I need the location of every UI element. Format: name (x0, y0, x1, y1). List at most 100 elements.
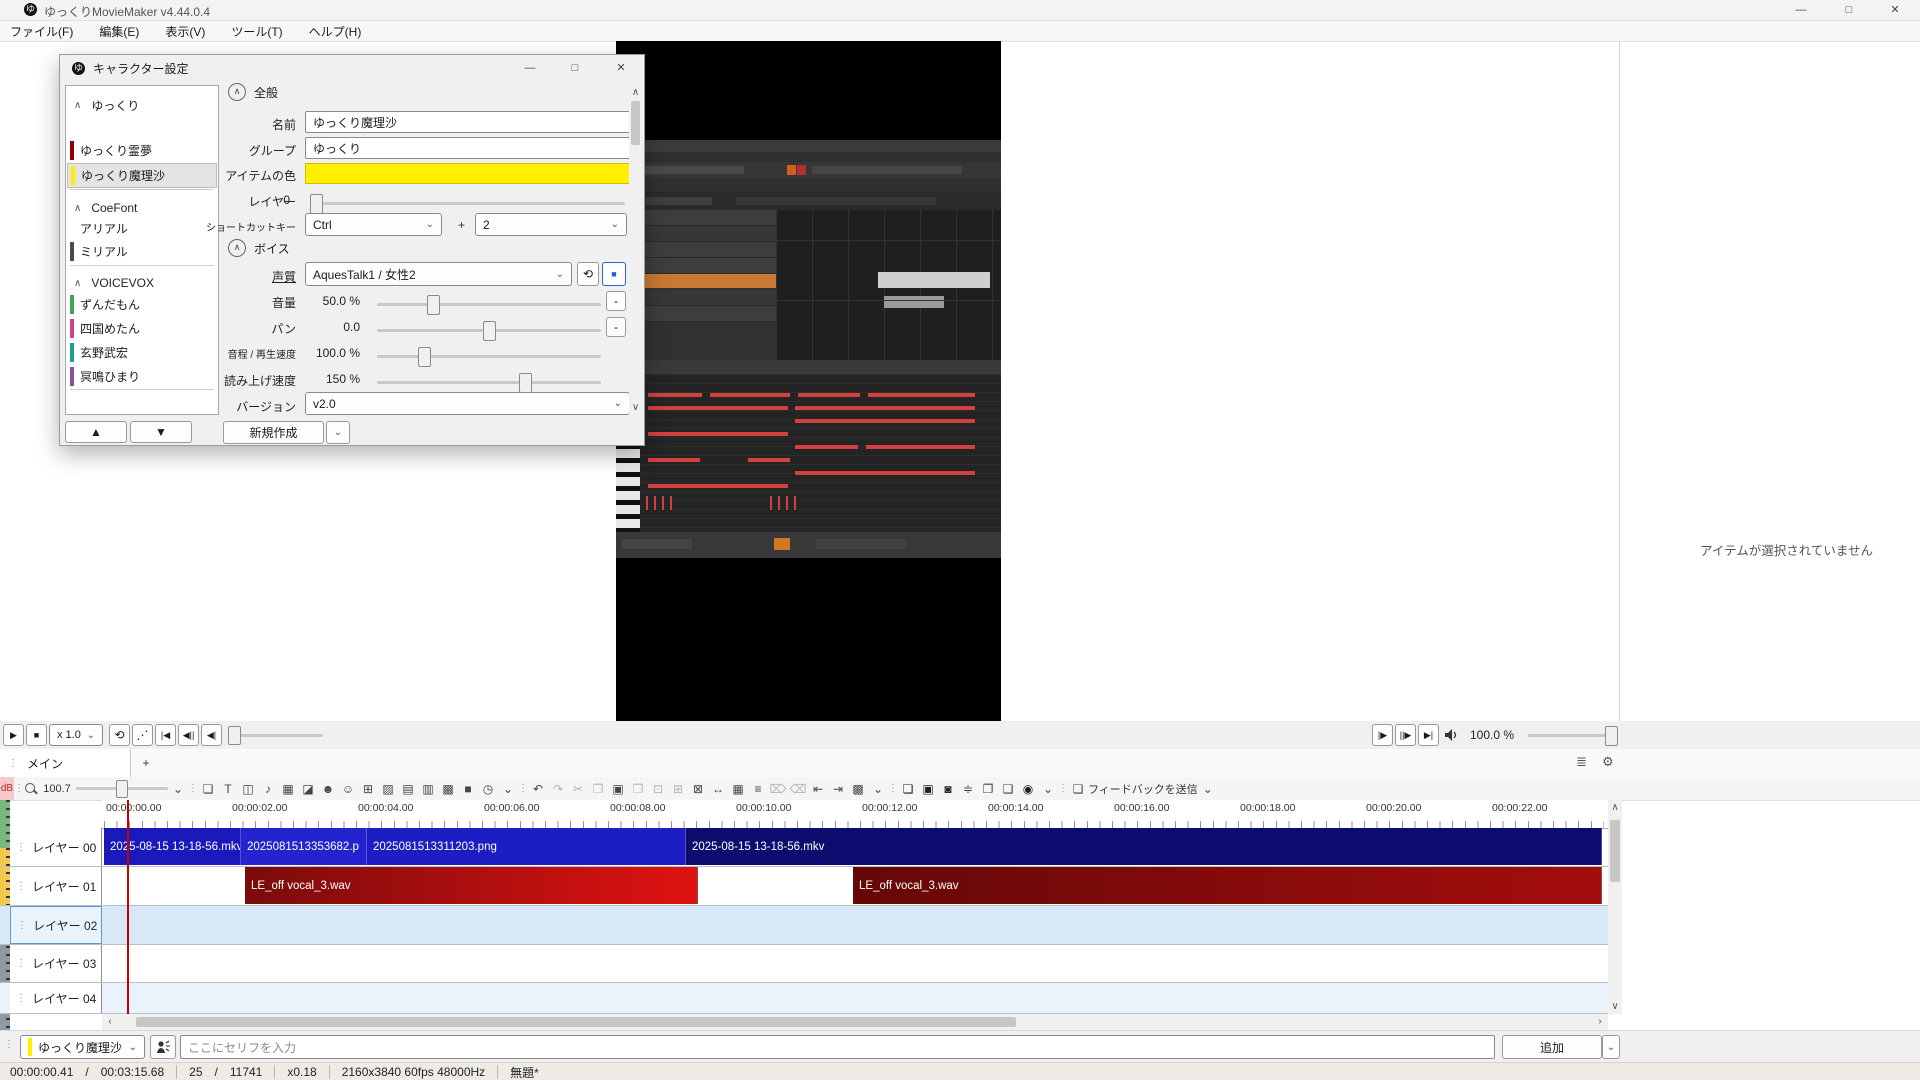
slider-thumb[interactable] (483, 321, 496, 341)
add-serif-button[interactable]: 追加 (1502, 1035, 1602, 1059)
next-frame-button[interactable]: |▶ (1372, 724, 1393, 746)
timeline-clip[interactable]: LE_off vocal_3.wav (853, 867, 1602, 904)
zoom-chevron-icon[interactable]: ⌄ (168, 782, 188, 796)
toolbar-grip-icon[interactable]: ⋮ (14, 783, 24, 794)
solid-item-icon[interactable]: ■ (458, 782, 478, 796)
dialog-minimize-icon[interactable]: — (515, 59, 545, 77)
export-icon[interactable]: ◉ (1018, 782, 1038, 796)
stop-voice-button[interactable]: ■ (602, 262, 626, 286)
row-drag-handle-icon[interactable]: ⋮ (4, 1039, 14, 1050)
dialog-scrollbar[interactable]: ∧ ∨ (629, 85, 642, 415)
scroll-left-icon[interactable]: ‹ (104, 1016, 116, 1027)
pan-stepper[interactable]: - (606, 317, 626, 337)
copy-page-alt-icon[interactable]: ❑ (998, 782, 1018, 796)
tab-settings-gear-icon[interactable]: ⚙ (1602, 754, 1614, 770)
next-item-button[interactable]: ||▶ (1395, 724, 1416, 746)
grid-icon[interactable]: ▦ (728, 782, 748, 796)
timeline-vertical-scrollbar[interactable]: ∧ ∨ (1608, 800, 1622, 1014)
serif-character-select[interactable]: ゆっくり魔理沙 ⌄ (20, 1035, 145, 1059)
feedback-link[interactable]: フィードバックを送信 (1088, 781, 1198, 797)
playback-speed-select[interactable]: x 1.0 ⌄ (49, 724, 103, 746)
effect-item-icon[interactable]: ▨ (378, 782, 398, 796)
scroll-down-icon[interactable]: ∨ (1608, 1001, 1622, 1012)
layer-row-03[interactable]: ⋮ レイヤー 03 (0, 945, 1608, 983)
frame-item-icon[interactable]: ⊞ (358, 782, 378, 796)
image-item-icon[interactable]: ▦ (278, 782, 298, 796)
scroll-thumb[interactable] (631, 101, 640, 145)
export-chevron-icon[interactable]: ⌄ (1038, 782, 1058, 796)
save-icon[interactable]: ◙ (938, 782, 958, 796)
add-serif-dropdown[interactable]: ⌄ (1602, 1035, 1620, 1059)
feedback-chevron-icon[interactable]: ⌄ (1198, 782, 1218, 796)
prev-frame-button[interactable]: ◀|| (178, 724, 199, 746)
paste-special-icon[interactable]: ❒ (628, 782, 648, 796)
scroll-down-icon[interactable]: ∨ (629, 402, 642, 413)
shape-item-icon[interactable]: ◪ (298, 782, 318, 796)
split-move-icon[interactable]: ↔ (708, 782, 728, 796)
speak-button[interactable] (150, 1035, 176, 1059)
group-field[interactable]: ゆっくり (305, 137, 630, 159)
feedback-icon[interactable]: ❏ (1068, 782, 1088, 796)
menu-edit[interactable]: 編集(E) (99, 23, 139, 40)
volume-slider[interactable] (377, 295, 601, 315)
subtitle-item-icon[interactable]: ❏ (198, 782, 218, 796)
dialog-maximize-icon[interactable]: □ (560, 59, 590, 77)
face-item-icon[interactable]: ☺ (338, 782, 358, 796)
prev-item-button[interactable]: ◀| (201, 724, 222, 746)
go-to-end-button[interactable]: ▶| (1418, 724, 1439, 746)
section-voice[interactable]: ∧ ボイス (228, 239, 290, 257)
name-field[interactable]: ゆっくり魔理沙 (305, 111, 630, 133)
layer-drag-handle-icon[interactable]: ⋮ (16, 842, 26, 853)
repeat-icon[interactable]: ⟲ (109, 724, 130, 746)
tab-main[interactable]: ⋮ メイン (0, 749, 131, 777)
playhead[interactable] (127, 800, 129, 1014)
pattern-item-icon[interactable]: ▩ (438, 782, 458, 796)
character-item-milial[interactable]: ミリアル (67, 240, 217, 263)
pan-slider[interactable] (377, 321, 601, 341)
group-item-icon[interactable]: ▥ (418, 782, 438, 796)
timeline-clip[interactable]: 2025081513353682.p (241, 828, 367, 865)
drag-handle-icon[interactable]: ⋮ (8, 758, 18, 769)
close-icon[interactable]: ✕ (1880, 1, 1910, 19)
timeline-clip[interactable]: 2025-08-15 13-18-56.mkv (686, 828, 1602, 865)
stop-button[interactable]: ■ (26, 724, 47, 746)
add-tab-button[interactable]: + (131, 749, 161, 777)
play-button[interactable]: ▶ (3, 724, 24, 746)
section-general[interactable]: ∧ 全般 (228, 83, 278, 101)
text-item-icon[interactable]: T (218, 782, 238, 796)
more-items-chevron-icon[interactable]: ⌄ (498, 782, 518, 796)
go-to-start-button[interactable]: |◀ (155, 724, 176, 746)
scroll-right-icon[interactable]: › (1594, 1016, 1606, 1027)
timeline-ruler[interactable]: 00:00:00.00 00:00:02.00 00:00:04.00 00:0… (102, 800, 1608, 829)
volume-stepper[interactable]: - (606, 291, 626, 311)
menu-help[interactable]: ヘルプ(H) (309, 23, 362, 40)
voice-select[interactable]: AquesTalk1 / 女性2 ⌄ (305, 262, 572, 286)
shortcut-key-select[interactable]: Ctrl ⌄ (305, 213, 442, 236)
copy-icon[interactable]: ❐ (588, 782, 608, 796)
slider-thumb[interactable] (418, 347, 431, 367)
volume-slider[interactable] (1528, 726, 1618, 746)
create-new-button[interactable]: 新規作成 (223, 421, 324, 444)
video-item-icon[interactable]: ◫ (238, 782, 258, 796)
template-item-icon[interactable]: ▤ (398, 782, 418, 796)
create-new-dropdown[interactable]: ⌄ (326, 421, 350, 444)
copy-page-icon[interactable]: ❐ (978, 782, 998, 796)
slider-thumb[interactable] (310, 194, 323, 214)
layer-row-00[interactable]: ⋮ レイヤー 00 2025-08-15 13-18-56.mkv 2025081… (0, 828, 1608, 867)
seek-slider[interactable] (228, 726, 323, 745)
menu-tools[interactable]: ツール(T) (231, 23, 282, 40)
slider-thumb[interactable] (116, 780, 128, 798)
speaker-icon[interactable] (1444, 728, 1460, 742)
scroll-thumb[interactable] (136, 1017, 1016, 1027)
timeline-zoom-slider[interactable] (76, 780, 168, 798)
group-yukkuri[interactable]: ∧ ゆっくり (74, 94, 214, 116)
voice-quality-link[interactable]: 声質 (166, 268, 296, 285)
layer-drag-handle-icon[interactable]: ⋮ (16, 881, 26, 892)
jump-end-icon[interactable]: ⇥ (828, 782, 848, 796)
layer-drag-handle-icon[interactable]: ⋮ (17, 920, 27, 931)
layer-row-02[interactable]: ⋮ レイヤー 02 (0, 906, 1608, 945)
settings-sliders-icon[interactable]: ≑ (958, 782, 978, 796)
slider-thumb[interactable] (427, 295, 440, 315)
version-select[interactable]: v2.0 ⌄ (305, 392, 630, 415)
minimize-icon[interactable]: — (1786, 1, 1816, 19)
